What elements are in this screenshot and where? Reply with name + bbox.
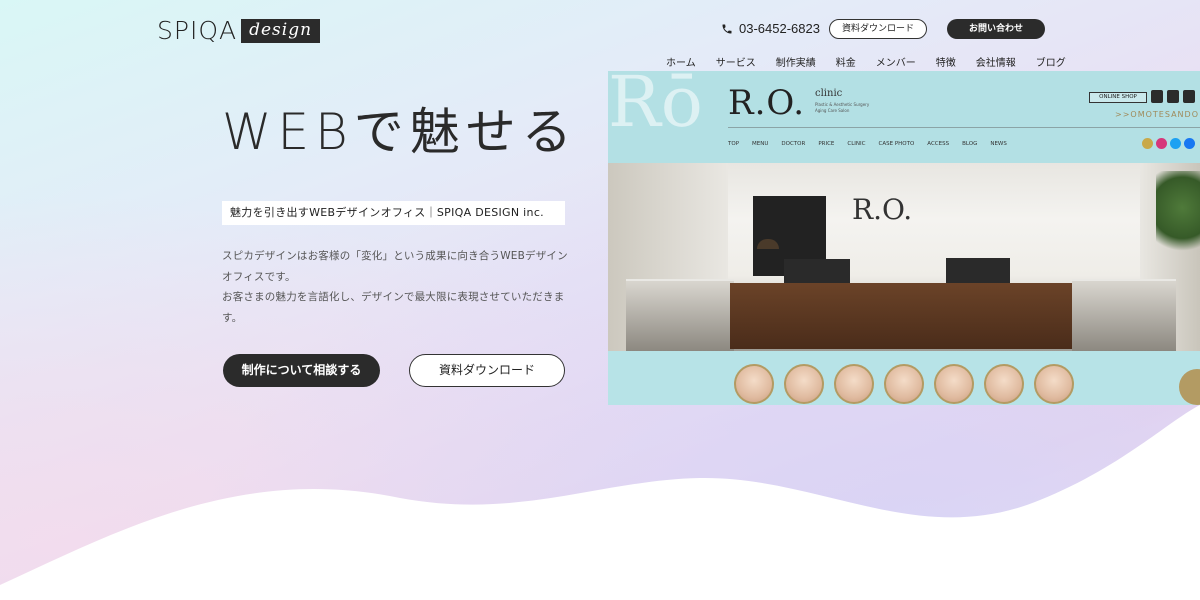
- showcase-image: Rō R.O. clinic Plastic & Aesthetic Surge…: [608, 71, 1200, 405]
- face-thumbnail: [784, 364, 824, 404]
- showcase-shop-button: ONLINE SHOP: [1089, 92, 1147, 103]
- face-thumbnail: [834, 364, 874, 404]
- showcase-menu-menu: MENU: [752, 141, 769, 147]
- room-plant: [1156, 171, 1200, 263]
- face-thumbnail: [734, 364, 774, 404]
- nav-item-works[interactable]: 制作実績: [766, 54, 826, 69]
- nav-item-features[interactable]: 特徴: [926, 54, 966, 69]
- phone-icon: [722, 24, 732, 33]
- showcase-subtitle: Plastic & Aesthetic Surgery Aging Care S…: [815, 102, 869, 114]
- nav-item-blog[interactable]: ブログ: [1026, 54, 1076, 69]
- nav-item-price[interactable]: 料金: [826, 54, 866, 69]
- showcase-brand: R.O.: [728, 83, 806, 123]
- hero-description-line-1: スピカデザインはお客様の「変化」という成果に向き合うWEBデザインオフィスです。: [222, 250, 568, 283]
- logo-wordmark: SPIQA: [157, 16, 238, 45]
- nav-item-member[interactable]: メンバー: [866, 54, 926, 69]
- showcase-clinic-label: clinic: [815, 88, 843, 99]
- room-logo: R.O.: [852, 193, 913, 226]
- face-thumbnail: [984, 364, 1024, 404]
- hero-description: スピカデザインはお客様の「変化」という成果に向き合うWEBデザインオフィスです。…: [222, 246, 572, 328]
- showcase-menu-case-photo: CASE PHOTO: [878, 141, 915, 147]
- showcase-menu-blog: BLOG: [962, 141, 978, 147]
- question-icon: [1151, 90, 1163, 103]
- main-nav: ホーム サービス 制作実績 料金 メンバー 特徴 会社情報 ブログ: [656, 54, 1076, 69]
- nav-item-service[interactable]: サービス: [706, 54, 766, 69]
- document-icon: [1167, 90, 1179, 103]
- room-reception-desk: [730, 283, 1072, 349]
- showcase-menu-news: NEWS: [990, 141, 1007, 147]
- face-thumbnail: [884, 364, 924, 404]
- showcase-menu-doctor: DOCTOR: [781, 141, 806, 147]
- showcase-menu-price: PRICE: [818, 141, 835, 147]
- face-thumbnail: [1034, 364, 1074, 404]
- consult-button[interactable]: 制作について相談する: [223, 354, 380, 387]
- showcase-menu: TOP MENU DOCTOR PRICE CLINIC CASE PHOTO …: [728, 141, 1007, 147]
- face-thumbnail: [934, 364, 974, 404]
- header-contact-button[interactable]: お問い合わせ: [947, 19, 1045, 39]
- phone-number[interactable]: 03-6452-6823: [721, 21, 820, 36]
- showcase-menu-clinic: CLINIC: [847, 141, 866, 147]
- download-button[interactable]: 資料ダウンロード: [409, 354, 565, 387]
- logo-script: design: [241, 18, 321, 43]
- header-download-button[interactable]: 資料ダウンロード: [829, 19, 927, 39]
- facebook-icon: [1184, 138, 1195, 149]
- showcase-divider: [728, 127, 1200, 128]
- hero-description-line-2: お客さまの魅力を言語化し、デザインで最大限に表現させていただきます。: [222, 291, 565, 324]
- mail-icon: [1183, 90, 1195, 103]
- showcase-deco-letters: Rō: [608, 71, 703, 143]
- showcase-icon-group: [1151, 90, 1195, 103]
- instagram-icon: [1156, 138, 1167, 149]
- phone-text: 03-6452-6823: [739, 21, 820, 36]
- showcase-menu-access: ACCESS: [927, 141, 950, 147]
- nav-item-company[interactable]: 会社情報: [966, 54, 1026, 69]
- room-display-case-right: [1072, 279, 1176, 351]
- hero-title: WEBで魅せる: [222, 103, 578, 161]
- showcase-location: >>OMOTESANDO TO: [1115, 110, 1200, 119]
- showcase-menu-top: TOP: [728, 141, 740, 147]
- twitter-icon: [1170, 138, 1181, 149]
- map-pin-icon: [1142, 138, 1153, 149]
- showcase-reception-photo: R.O.: [608, 163, 1200, 351]
- bottom-wave: [0, 405, 1200, 600]
- site-logo[interactable]: SPIQA design: [157, 16, 321, 45]
- nav-item-home[interactable]: ホーム: [656, 54, 706, 69]
- hero-tagline: 魅力を引き出すWEBデザインオフィス｜SPIQA DESIGN inc.: [222, 201, 565, 225]
- showcase-subtitle-line-2: Aging Care Salon: [815, 108, 850, 113]
- room-display-case-left: [626, 279, 734, 351]
- showcase-social-icons: [1142, 138, 1195, 149]
